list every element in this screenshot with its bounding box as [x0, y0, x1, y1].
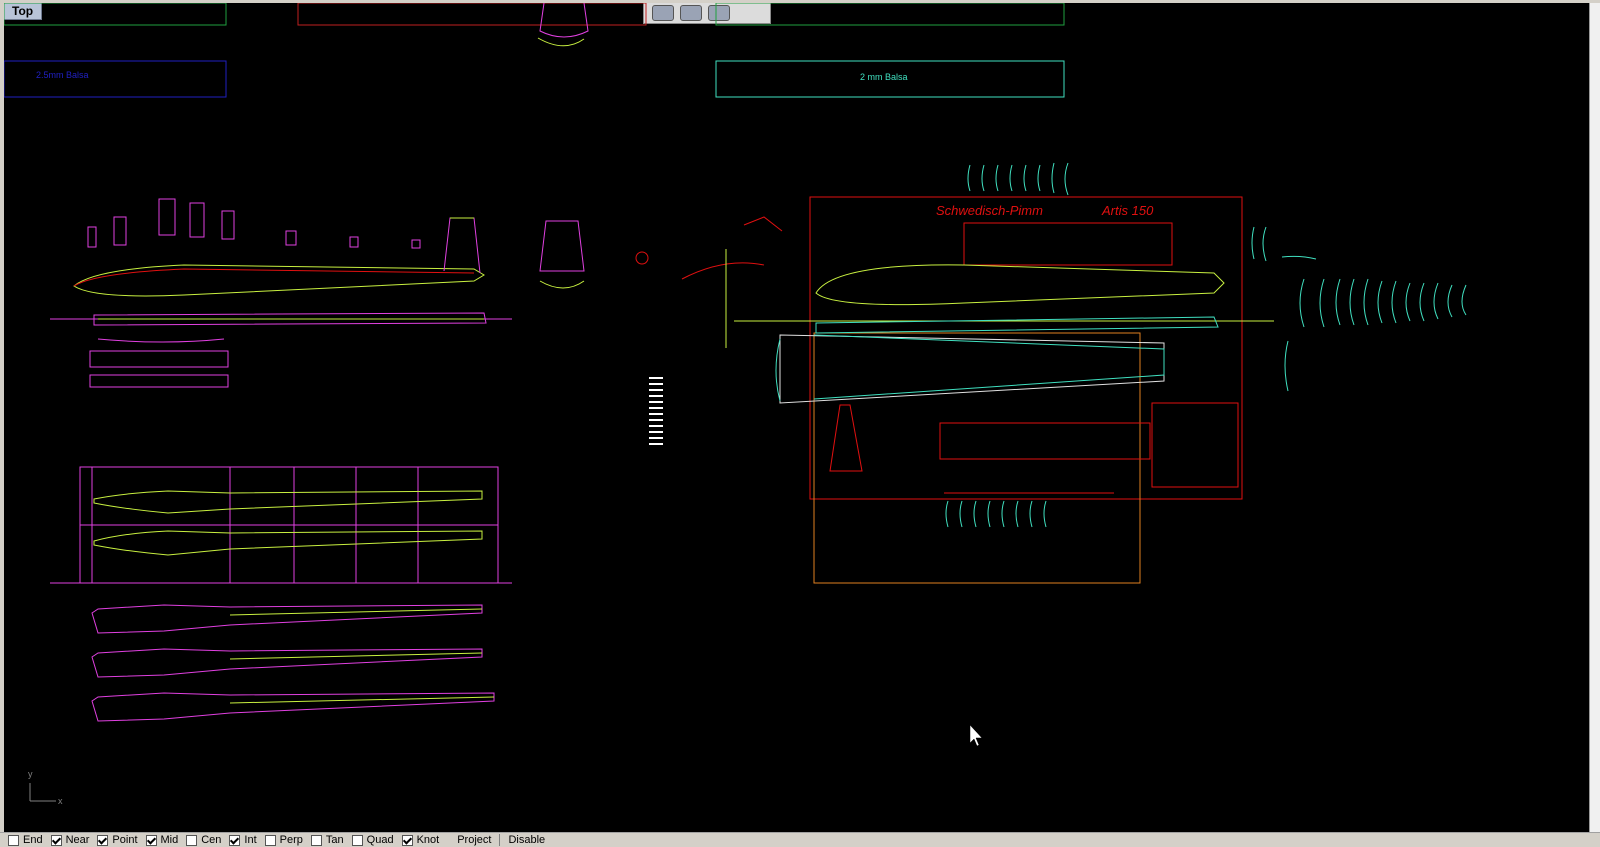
osnap-bar: End Near Point Mid Cen Int Perp Tan Quad… — [0, 832, 1600, 847]
osnap-int[interactable]: Int — [229, 834, 257, 846]
osnap-tan-checkbox[interactable] — [310, 834, 322, 846]
osnap-project[interactable]: Project — [457, 834, 491, 846]
osnap-quad-checkbox[interactable] — [351, 834, 363, 846]
axis-x-label: x — [58, 796, 63, 806]
osnap-knot-checkbox[interactable] — [401, 834, 413, 846]
osnap-point-checkbox[interactable] — [97, 834, 109, 846]
tail-part-top — [539, 3, 589, 38]
box-top-left — [4, 3, 227, 26]
osnap-tan[interactable]: Tan — [310, 834, 344, 846]
osnap-quad[interactable]: Quad — [351, 834, 394, 846]
osnap-perp[interactable]: Perp — [264, 834, 303, 846]
plan-model: Artis 150 — [1101, 203, 1154, 218]
osnap-cen-checkbox[interactable] — [186, 834, 198, 846]
osnap-mid[interactable]: Mid — [145, 834, 178, 846]
drawing-canvas[interactable]: 2.5mm Balsa 2 mm Balsa Schwedisch-Pimm A… — [4, 3, 1590, 833]
osnap-mid-checkbox[interactable] — [145, 834, 157, 846]
osnap-end-checkbox[interactable] — [8, 834, 19, 846]
top-viewport[interactable]: Top 2.5mm Balsa 2 mm Balsa Schwedisch-Pi… — [4, 3, 1590, 833]
box-top-mid — [297, 3, 647, 26]
balsa-label-left: 2.5mm Balsa — [36, 70, 89, 80]
wing-layout — [50, 466, 512, 584]
separator — [499, 834, 501, 846]
vertical-scrollbar[interactable] — [1589, 3, 1600, 833]
osnap-perp-checkbox[interactable] — [264, 834, 276, 846]
fuselage-group — [50, 198, 512, 388]
osnap-end[interactable]: End — [8, 834, 43, 846]
plan-title: Schwedisch-Pimm — [936, 203, 1043, 218]
cursor-icon — [969, 724, 983, 747]
axis-y-label: y — [28, 769, 33, 779]
osnap-int-checkbox[interactable] — [229, 834, 241, 846]
plan-sheet: Schwedisch-Pimm Artis 150 — [734, 162, 1467, 584]
osnap-near-checkbox[interactable] — [50, 834, 62, 846]
osnap-near[interactable]: Near — [50, 834, 89, 846]
tail-airfoil-top — [537, 37, 585, 47]
balsa-label-right: 2 mm Balsa — [860, 72, 908, 82]
box-top-right — [715, 3, 1065, 26]
axis-indicator: y x — [28, 769, 63, 806]
osnap-cen[interactable]: Cen — [186, 834, 221, 846]
parts-list — [649, 377, 663, 445]
osnap-knot[interactable]: Knot — [401, 834, 439, 846]
wing-panels — [91, 604, 495, 722]
osnap-point[interactable]: Point — [97, 834, 138, 846]
osnap-disable[interactable]: Disable — [508, 834, 545, 846]
stabilizer-part — [539, 216, 783, 348]
